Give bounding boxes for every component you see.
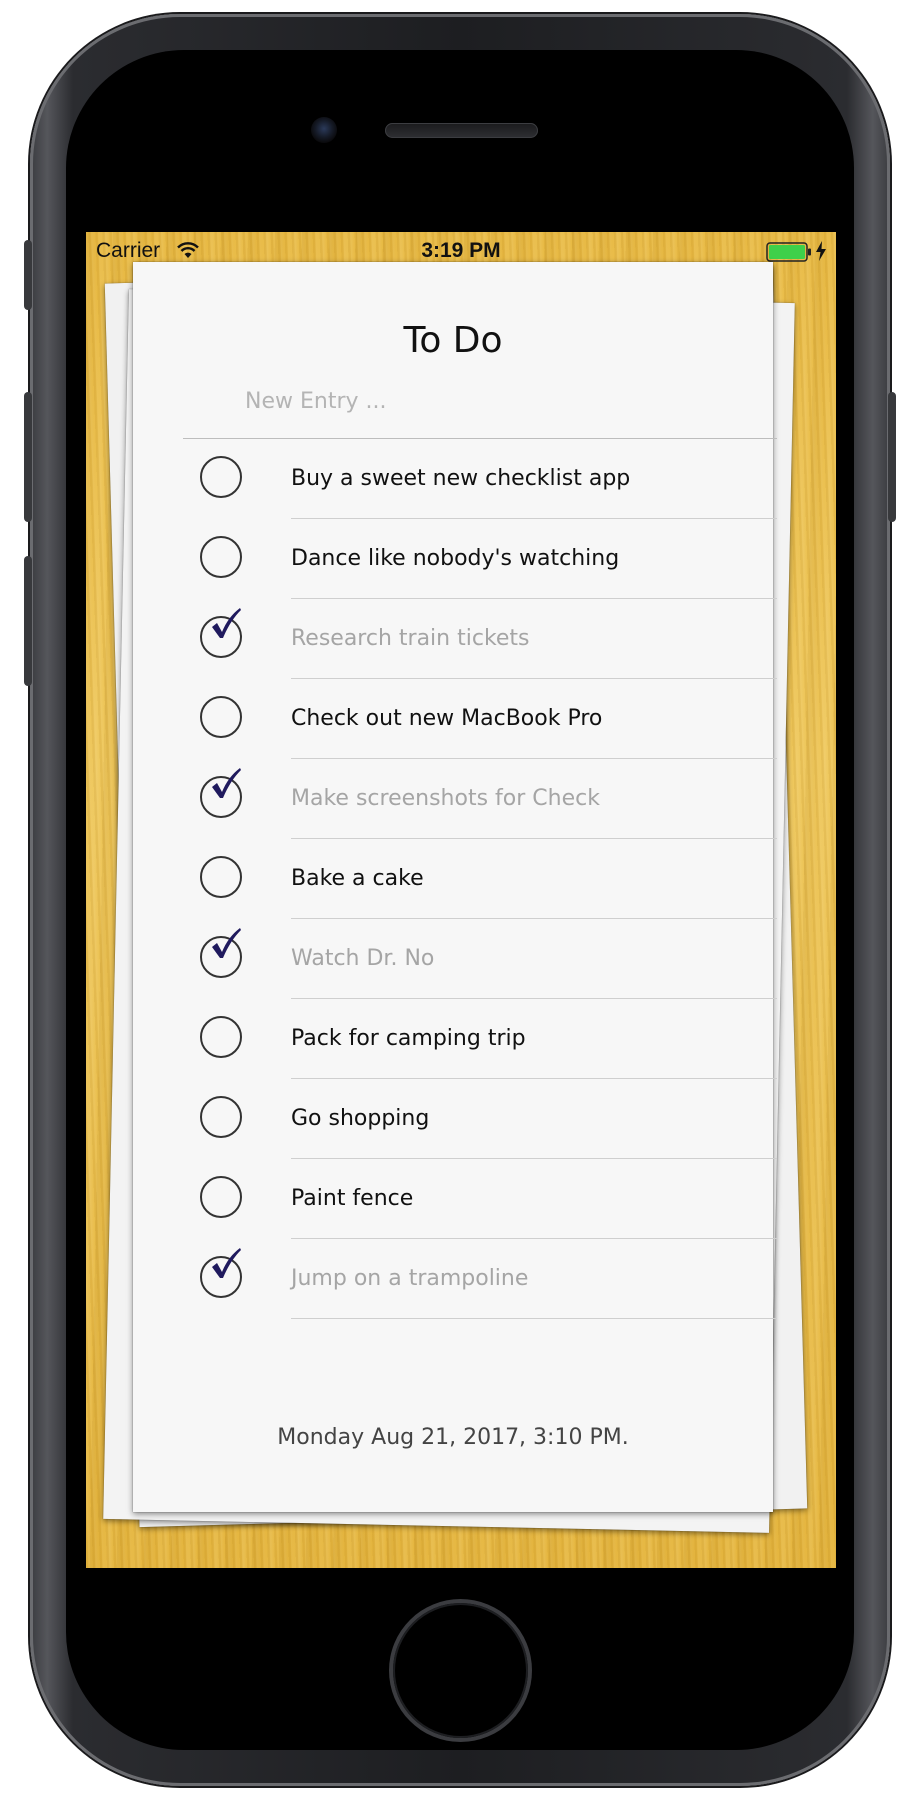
todo-item[interactable]: Watch Dr. No — [183, 919, 777, 999]
checkmark-icon — [212, 768, 241, 798]
todo-item-label: Buy a sweet new checklist app — [291, 466, 631, 491]
checkbox-circle[interactable] — [200, 1176, 242, 1218]
todo-item[interactable]: Paint fence — [183, 1159, 777, 1239]
todo-item-label: Bake a cake — [291, 866, 424, 891]
todo-item-label: Watch Dr. No — [291, 946, 435, 971]
volume-up-button — [24, 392, 32, 522]
todo-item[interactable]: Buy a sweet new checklist app — [183, 439, 777, 519]
checkmark-icon — [212, 928, 241, 958]
checkbox-circle[interactable] — [200, 536, 242, 578]
todo-item-label: Go shopping — [291, 1106, 430, 1131]
app-screen: Carrier 3:19 PM To Do Buy a sweet new ch… — [86, 232, 836, 1568]
checkbox-circle[interactable] — [200, 1248, 242, 1298]
todo-item-label: Paint fence — [291, 1186, 414, 1211]
checkbox-circle[interactable] — [200, 608, 242, 658]
new-entry-input[interactable] — [243, 378, 687, 424]
home-button[interactable] — [393, 1603, 528, 1738]
status-time: 3:19 PM — [421, 239, 501, 262]
checkbox-circle[interactable] — [200, 928, 242, 978]
checkbox-circle[interactable] — [200, 1096, 242, 1138]
todo-item-label: Dance like nobody's watching — [291, 546, 620, 571]
todo-item[interactable]: Research train tickets — [183, 599, 777, 679]
todo-item-label: Make screenshots for Check — [291, 786, 600, 811]
checkbox-circle[interactable] — [200, 856, 242, 898]
todo-item[interactable]: Jump on a trampoline — [183, 1239, 777, 1319]
footer-date: Monday Aug 21, 2017, 3:10 PM. — [277, 1425, 629, 1450]
checkmark-icon — [212, 608, 241, 638]
todo-item-label: Research train tickets — [291, 626, 530, 651]
todo-item[interactable]: Pack for camping trip — [183, 999, 777, 1079]
todo-item[interactable]: Bake a cake — [183, 839, 777, 919]
charging-bolt-icon — [816, 241, 826, 261]
todo-list: Buy a sweet new checklist app Dance like … — [183, 439, 777, 1319]
checkbox-circle[interactable] — [200, 696, 242, 738]
todo-item[interactable]: Check out new MacBook Pro — [183, 679, 777, 759]
earpiece-speaker — [385, 123, 538, 138]
checkbox-circle[interactable] — [200, 456, 242, 498]
todo-item-label: Jump on a trampoline — [291, 1266, 529, 1291]
todo-item-label: Check out new MacBook Pro — [291, 706, 603, 731]
todo-item[interactable]: Make screenshots for Check — [183, 759, 777, 839]
front-camera — [311, 117, 337, 143]
battery-icon — [766, 242, 811, 262]
todo-item-label: Pack for camping trip — [291, 1026, 526, 1051]
checkmark-icon — [212, 1248, 241, 1278]
checkbox-circle[interactable] — [200, 1016, 242, 1058]
checkbox-circle[interactable] — [200, 768, 242, 818]
volume-down-button — [24, 556, 32, 686]
page-title: To Do — [403, 320, 503, 361]
todo-item[interactable]: Go shopping — [183, 1079, 777, 1159]
mute-switch — [24, 240, 32, 310]
divider — [291, 1318, 777, 1319]
todo-sheet: To Do Buy a sweet new checklist app Dance… — [133, 262, 777, 1512]
power-button — [888, 392, 896, 522]
todo-item[interactable]: Dance like nobody's watching — [183, 519, 777, 599]
